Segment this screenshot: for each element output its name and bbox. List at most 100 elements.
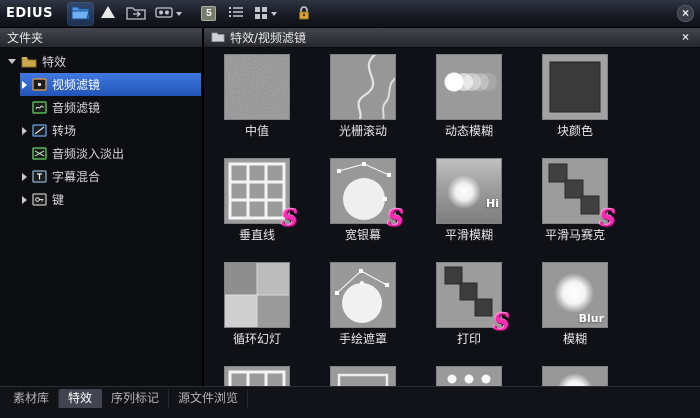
loop-slide-effect-thumb[interactable] bbox=[225, 263, 289, 327]
tab-source-browser[interactable]: 源文件浏览 bbox=[169, 389, 248, 408]
effect-thumb-partial[interactable] bbox=[331, 367, 395, 386]
main-toolbar: EDIUS 5 bbox=[0, 0, 700, 28]
stills-button[interactable]: 5 bbox=[197, 3, 221, 25]
tree-item-audio-crossfade[interactable]: 音频淡入淡出 bbox=[0, 142, 202, 165]
collapse-triangle-icon[interactable] bbox=[22, 127, 27, 135]
triangle-icon bbox=[100, 5, 116, 22]
effect-item[interactable] bbox=[310, 367, 416, 386]
effect-label: 垂直线 bbox=[239, 226, 275, 243]
folder-tree: 特效 视频滤镜 音频滤镜 转场 bbox=[0, 50, 202, 211]
median-effect-thumb[interactable] bbox=[225, 55, 289, 119]
collapse-triangle-icon[interactable] bbox=[22, 196, 27, 204]
effect-thumb-partial[interactable] bbox=[543, 367, 607, 386]
folder-panel-header: 文件夹 bbox=[0, 28, 202, 48]
collapse-triangle-icon[interactable] bbox=[22, 81, 27, 89]
tree-item-label: 转场 bbox=[52, 122, 76, 139]
hand-drawn-mask-effect-thumb[interactable] bbox=[331, 263, 395, 327]
lock-button[interactable] bbox=[292, 3, 316, 25]
effect-label: 块颜色 bbox=[557, 122, 593, 139]
bottom-tab-bar: 素材库 特效 序列标记 源文件浏览 bbox=[0, 386, 700, 418]
effect-label: 宽银幕 bbox=[345, 226, 381, 243]
export-folder-button[interactable] bbox=[123, 3, 149, 25]
effect-label: 打印 bbox=[457, 330, 481, 347]
effect-item[interactable]: 光栅滚动 bbox=[310, 55, 416, 159]
effect-thumb-partial[interactable] bbox=[225, 367, 289, 386]
tab-sequence-marker[interactable]: 序列标记 bbox=[102, 389, 169, 408]
tree-item-transitions[interactable]: 转场 bbox=[0, 119, 202, 142]
expand-triangle-icon[interactable] bbox=[8, 59, 16, 64]
folder-export-icon bbox=[126, 5, 146, 23]
effect-label: 动态模糊 bbox=[445, 122, 493, 139]
tree-item-video-filters[interactable]: 视频滤镜 bbox=[20, 73, 201, 96]
tree-item-effects[interactable]: 特效 bbox=[0, 50, 202, 73]
effect-item[interactable]: S 宽银幕 bbox=[310, 159, 416, 263]
effect-overlay-text: Blur bbox=[579, 312, 604, 325]
block-color-effect-thumb[interactable] bbox=[543, 55, 607, 119]
list-view-button[interactable] bbox=[224, 3, 248, 25]
capture-dropdown-button[interactable] bbox=[152, 3, 185, 25]
tree-item-label: 键 bbox=[52, 191, 64, 208]
title-mixer-icon bbox=[32, 170, 47, 183]
effect-label: 平滑马赛克 bbox=[545, 226, 605, 243]
chevron-down-icon bbox=[176, 12, 182, 16]
widescreen-effect-thumb[interactable]: S bbox=[331, 159, 395, 223]
keyer-icon bbox=[32, 193, 47, 206]
effects-panel-header: 特效/视频滤镜 × bbox=[204, 28, 700, 48]
effect-item[interactable]: 循环幻灯 bbox=[204, 263, 310, 367]
blur-effect-thumb[interactable]: Blur bbox=[543, 263, 607, 327]
raster-scroll-effect-thumb[interactable] bbox=[331, 55, 395, 119]
chevron-down-icon bbox=[271, 12, 277, 16]
effect-item[interactable]: S 垂直线 bbox=[204, 159, 310, 263]
tree-item-label: 字幕混合 bbox=[52, 168, 100, 185]
effect-overlay-text: Hi bbox=[486, 197, 499, 210]
effect-item[interactable] bbox=[204, 367, 310, 386]
grid-view-icon bbox=[254, 6, 268, 22]
add-clip-button[interactable] bbox=[96, 3, 120, 25]
tree-item-label: 音频淡入淡出 bbox=[52, 145, 124, 162]
effect-label: 手绘遮罩 bbox=[339, 330, 387, 347]
smooth-mosaic-effect-thumb[interactable]: S bbox=[543, 159, 607, 223]
panel-close-button[interactable]: × bbox=[678, 30, 693, 45]
capture-icon bbox=[155, 6, 173, 22]
collapse-triangle-icon[interactable] bbox=[22, 173, 27, 181]
effects-panel-title: 特效/视频滤镜 bbox=[230, 29, 306, 46]
effect-item[interactable] bbox=[522, 367, 628, 386]
transitions-icon bbox=[32, 124, 47, 137]
tree-item-audio-filters[interactable]: 音频滤镜 bbox=[0, 96, 202, 119]
preset-badge: S bbox=[493, 311, 510, 334]
effect-item[interactable]: Hi 平滑模糊 bbox=[416, 159, 522, 263]
effect-item[interactable]: S 平滑马赛克 bbox=[522, 159, 628, 263]
effect-item[interactable]: S 打印 bbox=[416, 263, 522, 367]
effect-item[interactable]: 动态模糊 bbox=[416, 55, 522, 159]
effect-thumb-partial[interactable] bbox=[437, 367, 501, 386]
lock-icon bbox=[297, 5, 311, 23]
effect-label: 光栅滚动 bbox=[339, 122, 387, 139]
effects-folder-icon bbox=[21, 55, 37, 68]
app-logo: EDIUS bbox=[6, 6, 53, 21]
tree-item-label: 特效 bbox=[42, 53, 66, 70]
stills-icon: 5 bbox=[201, 6, 216, 21]
smooth-blur-effect-thumb[interactable]: Hi bbox=[437, 159, 501, 223]
vertical-lines-effect-thumb[interactable]: S bbox=[225, 159, 289, 223]
folder-icon bbox=[211, 31, 225, 45]
window-close-button[interactable]: × bbox=[677, 5, 694, 22]
effects-grid: 中值 光栅滚动 动态模糊 bbox=[204, 48, 700, 386]
folder-panel: 文件夹 特效 视频滤镜 音频 bbox=[0, 28, 202, 386]
tab-effects[interactable]: 特效 bbox=[59, 389, 102, 408]
effect-item[interactable]: 手绘遮罩 bbox=[310, 263, 416, 367]
folder-view-button[interactable] bbox=[68, 3, 93, 25]
edius-window: EDIUS 5 bbox=[0, 0, 700, 418]
print-effect-thumb[interactable]: S bbox=[437, 263, 501, 327]
effect-label: 循环幻灯 bbox=[233, 330, 281, 347]
motion-blur-effect-thumb[interactable] bbox=[437, 55, 501, 119]
tree-item-title-mixers[interactable]: 字幕混合 bbox=[0, 165, 202, 188]
tree-item-keyers[interactable]: 键 bbox=[0, 188, 202, 211]
thumbnail-view-dropdown-button[interactable] bbox=[251, 3, 280, 25]
effect-item[interactable]: 块颜色 bbox=[522, 55, 628, 159]
effects-panel: 特效/视频滤镜 × 中值 光栅滚动 bbox=[204, 28, 700, 386]
open-folder-icon bbox=[71, 5, 90, 23]
effect-item[interactable]: Blur 模糊 bbox=[522, 263, 628, 367]
effect-item[interactable] bbox=[416, 367, 522, 386]
tab-asset-library[interactable]: 素材库 bbox=[4, 389, 59, 408]
effect-item[interactable]: 中值 bbox=[204, 55, 310, 159]
